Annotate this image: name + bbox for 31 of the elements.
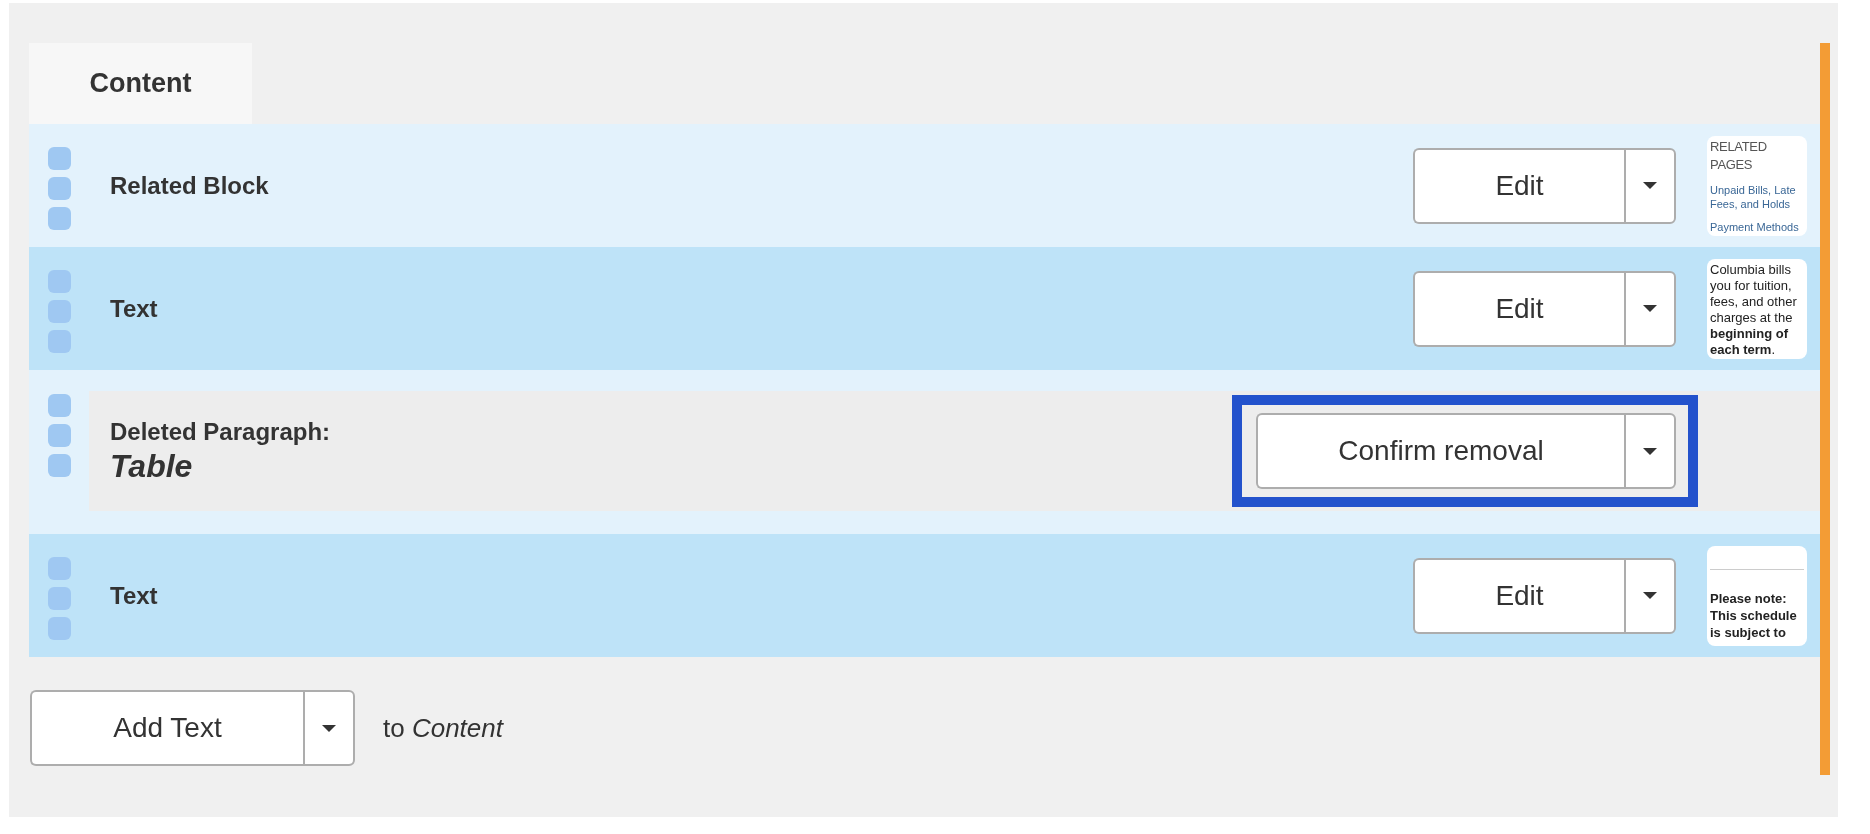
confirm-button[interactable]: Confirm removal (1256, 413, 1624, 489)
drag-handle-icon[interactable] (48, 394, 71, 477)
block-label: Related Block (110, 170, 269, 201)
preview-text: Please note: This schedule is subject to (1710, 589, 1798, 641)
dropdown-button[interactable] (1624, 557, 1676, 634)
drag-handle-icon[interactable] (48, 147, 71, 230)
caret-icon (1643, 305, 1657, 312)
target-label: to Content (383, 711, 503, 745)
dropdown-button[interactable] (1624, 413, 1676, 489)
preview-text: Columbia bills you for tuition, fees, and other charges at the beginning of each term. (1710, 261, 1798, 358)
preview-heading: RELATED PAGES (1710, 137, 1768, 174)
block-label: Deleted Paragraph: (110, 417, 332, 447)
block-label: Text (110, 293, 158, 324)
preview-link[interactable]: Payment Methods (1710, 219, 1804, 234)
edit-button[interactable]: Edit (1413, 270, 1624, 347)
edit-button[interactable]: Edit (1413, 557, 1624, 634)
dropdown-button[interactable] (303, 690, 355, 766)
caret-icon (1643, 447, 1657, 455)
region-header: Content (29, 43, 252, 124)
block-type-label: Table (110, 447, 194, 485)
edit-button[interactable]: Edit (1413, 147, 1624, 224)
drag-handle-icon[interactable] (48, 270, 71, 353)
drag-handle-icon[interactable] (48, 557, 71, 640)
dropdown-button[interactable] (1624, 270, 1676, 347)
preview-link[interactable]: Unpaid Bills, Late Fees, and Holds (1710, 182, 1804, 211)
dropdown-button[interactable] (1624, 147, 1676, 224)
add-button[interactable]: Add Text (30, 690, 303, 766)
caret-icon (1643, 592, 1657, 599)
caret-icon (322, 724, 336, 732)
block-label: Text (110, 580, 158, 611)
caret-icon (1643, 182, 1657, 189)
